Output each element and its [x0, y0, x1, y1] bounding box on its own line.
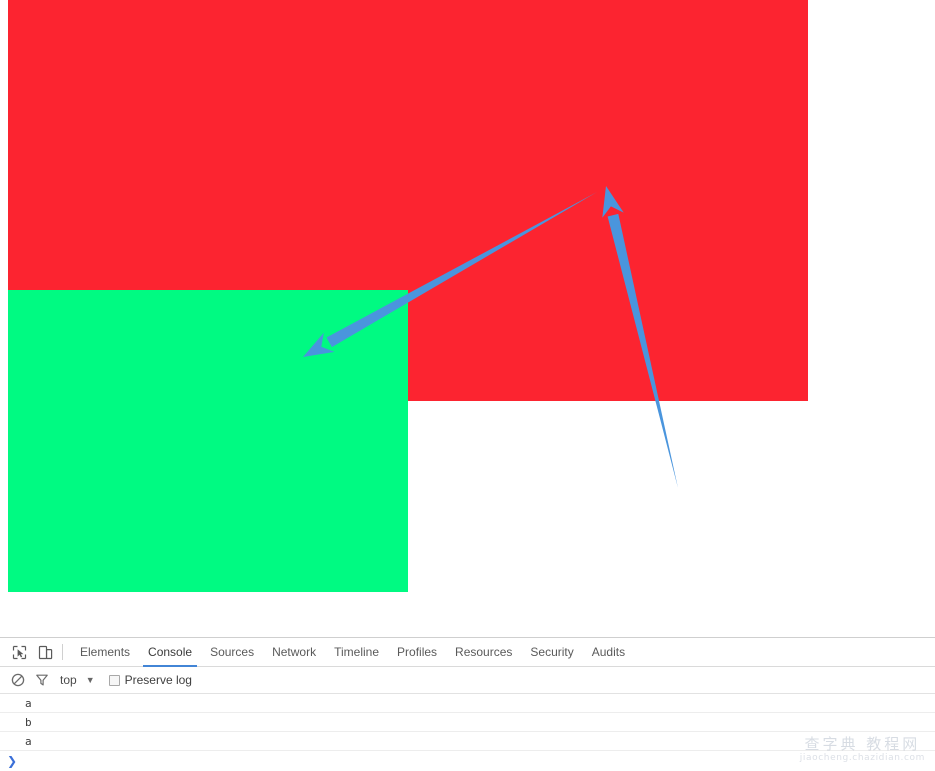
console-message[interactable]: a [0, 732, 935, 751]
tab-profiles[interactable]: Profiles [388, 639, 446, 666]
console-message-list: a b a ❯ [0, 694, 935, 771]
execution-context-label: top [60, 673, 77, 687]
preserve-log-checkbox[interactable] [109, 675, 120, 686]
chevron-down-icon: ▼ [86, 675, 95, 685]
inspect-element-icon[interactable] [6, 640, 32, 664]
prompt-caret-icon: ❯ [7, 751, 17, 771]
filter-icon[interactable] [30, 669, 54, 691]
tab-security[interactable]: Security [521, 639, 582, 666]
tab-sources[interactable]: Sources [201, 639, 263, 666]
tab-elements[interactable]: Elements [71, 639, 139, 666]
tab-network[interactable]: Network [263, 639, 325, 666]
page-viewport [0, 0, 935, 637]
console-prompt[interactable]: ❯ [0, 751, 935, 771]
execution-context-selector[interactable]: top ▼ [60, 673, 95, 687]
toggle-device-toolbar-icon[interactable] [32, 640, 58, 664]
tab-timeline[interactable]: Timeline [325, 639, 388, 666]
tab-resources[interactable]: Resources [446, 639, 521, 666]
green-rectangle[interactable] [8, 290, 408, 592]
clear-console-icon[interactable] [6, 669, 30, 691]
preserve-log-label: Preserve log [125, 673, 192, 687]
console-input[interactable] [17, 751, 935, 771]
preserve-log-toggle[interactable]: Preserve log [109, 673, 192, 687]
devtools-panel: Elements Console Sources Network Timelin… [0, 637, 935, 768]
devtools-tabbar: Elements Console Sources Network Timelin… [0, 638, 935, 667]
tab-console[interactable]: Console [139, 639, 201, 666]
tab-audits[interactable]: Audits [583, 639, 634, 666]
toolbar-divider [62, 644, 63, 660]
console-message[interactable]: b [0, 713, 935, 732]
console-toolbar: top ▼ Preserve log [0, 667, 935, 694]
console-message[interactable]: a [0, 694, 935, 713]
